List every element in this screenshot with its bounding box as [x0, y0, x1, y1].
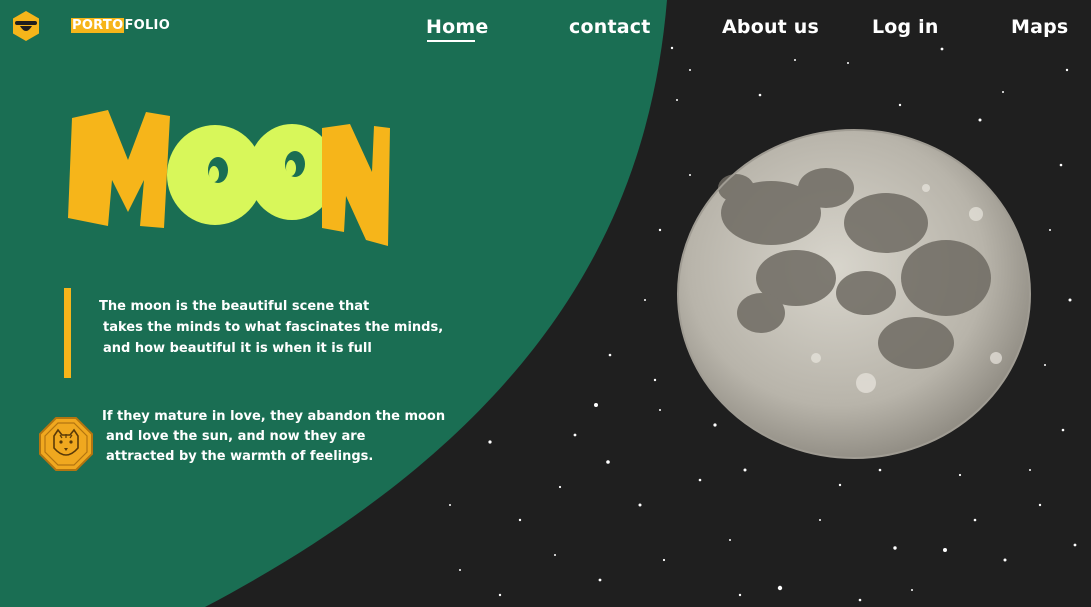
moon-title-artwork [68, 110, 390, 246]
accent-bar [64, 288, 71, 378]
brand-highlight: PORTO [71, 18, 125, 33]
secondary-line-1: If they mature in love, they abandon the… [102, 409, 446, 424]
full-moon-image [677, 129, 1031, 459]
nav-contact-link[interactable]: contact [569, 16, 651, 38]
nav-maps-link[interactable]: Maps [1011, 16, 1068, 38]
intro-paragraph: The moon is the beautiful scene that tak… [99, 296, 443, 359]
nav-active-underline [427, 40, 475, 42]
intro-line-2: takes the minds to what fascinates the m… [103, 320, 444, 335]
nav-home-link[interactable]: Home [426, 16, 488, 38]
intro-line-3: and how beautiful it is when it is full [103, 341, 372, 356]
tiger-badge-icon [39, 417, 93, 471]
secondary-line-3: attracted by the warmth of feelings. [106, 449, 374, 464]
page: PORTOFOLIO Home contact About us Log in … [0, 0, 1091, 607]
brand-rest: FOLIO [124, 18, 171, 33]
bee-logo-icon[interactable] [11, 10, 41, 42]
secondary-line-2: and love the sun, and now they are [106, 429, 366, 444]
nav-login-link[interactable]: Log in [872, 16, 939, 38]
brand-wordmark[interactable]: PORTOFOLIO [71, 18, 170, 33]
intro-line-1: The moon is the beautiful scene that [99, 299, 370, 314]
nav-about-link[interactable]: About us [722, 16, 819, 38]
secondary-paragraph: If they mature in love, they abandon the… [102, 407, 445, 467]
